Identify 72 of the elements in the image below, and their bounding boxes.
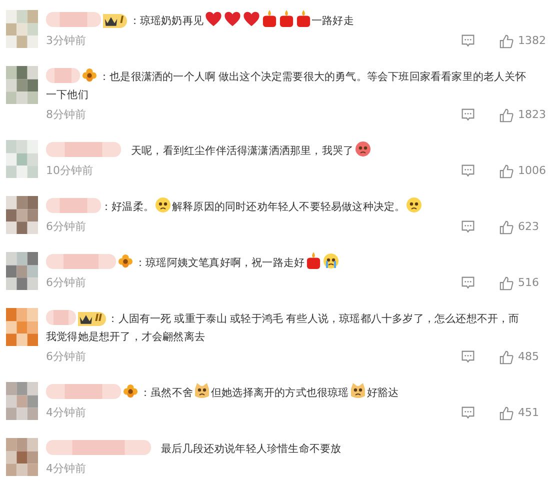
- comment-icon[interactable]: [461, 406, 475, 420]
- comment-text: 但她选择离开的方式也很琼瑶: [211, 387, 349, 399]
- comment-text: 也是很潇洒的一个人啊 做出这个决定需要很大的勇气。等会下班回家看看家里的老人关怀: [110, 71, 526, 83]
- comment-icon[interactable]: [461, 164, 475, 178]
- comment-text: 人固有一死 或重于泰山 或轻于鸿毛 有些人说，琼瑶都八十多岁了，怎么还想不开，而: [118, 313, 520, 325]
- like-count: 1823: [518, 106, 547, 123]
- like-icon[interactable]: [499, 406, 514, 420]
- comment-time: 4分钟前: [46, 404, 87, 421]
- like-icon[interactable]: [499, 164, 514, 178]
- blurred-username-drawing: [46, 196, 101, 214]
- like-icon[interactable]: [499, 34, 514, 48]
- comment-text: 一路好走: [312, 15, 354, 27]
- like-count: 1006: [518, 162, 547, 179]
- comment-text: 最后几段还劝说年轻人珍惜生命不要放: [161, 443, 342, 455]
- comment-text: 我觉得她是想开了，才会翩然离去: [46, 331, 206, 343]
- comment-text: 好温柔。: [112, 201, 154, 213]
- comment-text: 解释原因的同时还劝年轻人不要轻易做这种决定。: [172, 201, 406, 213]
- angry-face-icon: [354, 141, 371, 157]
- comment-text: 虽然不舍: [150, 387, 194, 399]
- flower-badge-icon: [118, 254, 133, 269]
- comment-text: 天呢，看到红尘作伴活得潇潇洒洒那里，我哭了: [131, 145, 354, 157]
- comment-icon[interactable]: [461, 350, 475, 364]
- flower-badge-icon: [82, 68, 97, 83]
- candle-icon: [296, 10, 311, 27]
- colon: ：: [99, 71, 110, 83]
- sad-face-icon: [406, 197, 422, 213]
- comment-time: 6分钟前: [46, 218, 87, 235]
- like-icon[interactable]: [499, 350, 514, 364]
- blurred-username-drawing: [46, 10, 101, 28]
- comment-icon[interactable]: [461, 34, 475, 48]
- comment-time: 4分钟前: [46, 460, 87, 477]
- cat-face-icon: [350, 383, 366, 399]
- heart-icon: [224, 11, 241, 27]
- colon: ：: [140, 387, 151, 399]
- like-icon[interactable]: [499, 220, 514, 234]
- comment-icon[interactable]: [461, 108, 475, 122]
- comment-text: 琼瑶奶奶再见: [140, 15, 204, 27]
- candle-icon: [306, 252, 321, 269]
- comment-time: 3分钟前: [46, 32, 87, 49]
- like-icon[interactable]: [499, 108, 514, 122]
- colon: ：: [129, 15, 140, 27]
- comment-icon[interactable]: [461, 220, 475, 234]
- comment-text: 好豁达: [366, 387, 399, 399]
- comment-time: 6分钟前: [46, 348, 87, 365]
- cat-face-icon: [194, 383, 210, 399]
- sad-face-icon: [155, 197, 172, 213]
- level-badge: I: [103, 14, 128, 28]
- comment-icon[interactable]: [461, 276, 475, 290]
- candle-icon: [262, 10, 277, 27]
- colon: ：: [101, 201, 112, 213]
- heart-icon: [204, 11, 222, 27]
- colon: ：: [135, 257, 146, 269]
- like-count: 451: [518, 404, 540, 421]
- like-count: 1382: [518, 32, 547, 49]
- heart-icon: [242, 11, 260, 27]
- comment-text: 琼瑶阿姨文笔真好啊，祝一路走好: [146, 257, 305, 269]
- like-icon[interactable]: [499, 276, 514, 290]
- comment-time: 8分钟前: [46, 106, 87, 123]
- flower-badge-icon: [123, 384, 138, 399]
- like-count: 623: [518, 218, 540, 235]
- comment-time: 10分钟前: [46, 162, 94, 179]
- colon: ：: [108, 313, 118, 325]
- comment-text: 一下他们: [46, 89, 88, 101]
- blurred-username-drawing: [46, 252, 116, 270]
- crying-face-icon: [322, 253, 339, 269]
- like-count: 485: [518, 348, 540, 365]
- comment-time: 6分钟前: [46, 274, 87, 291]
- blurred-username-drawing: [46, 308, 76, 326]
- like-count: 516: [518, 274, 540, 291]
- candle-icon: [278, 10, 294, 27]
- blurred-username-drawing: [46, 66, 80, 84]
- level-badge: II: [78, 312, 106, 326]
